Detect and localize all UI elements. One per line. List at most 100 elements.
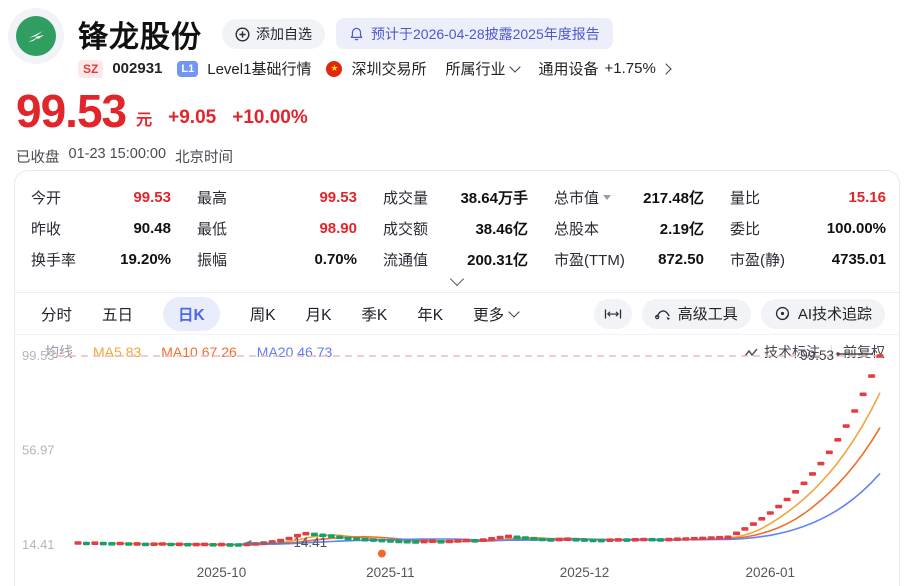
ai-tracking-button[interactable]: AI技术追踪 <box>761 299 885 329</box>
candle <box>632 538 639 542</box>
x-axis-label: 2026-01 <box>746 565 796 580</box>
candle <box>775 505 782 509</box>
kline-chart[interactable]: 99.5356.9714.4114.4199.532025-102025-112… <box>0 345 914 586</box>
stat-value: 98.90 <box>319 220 357 237</box>
price-unit: 元 <box>136 106 152 130</box>
candle <box>176 543 183 547</box>
stats-grid: 今开99.53最高99.53成交量38.64万手总市值217.48亿量比15.1… <box>15 171 899 270</box>
fullscreen-button[interactable] <box>594 299 632 329</box>
event-dot[interactable] <box>378 550 386 558</box>
candle <box>395 540 402 544</box>
current-price: 99.53 <box>16 88 126 134</box>
tab-label: 更多 <box>473 303 504 325</box>
ma10-line <box>154 428 880 545</box>
tab-更多[interactable]: 更多 <box>473 303 518 325</box>
candle <box>193 543 200 547</box>
period-tabbar: 分时 五日 日K 周K 月K 季K 年K 更多 高级工具 <box>15 292 899 335</box>
candle <box>83 542 90 546</box>
candle <box>151 542 158 546</box>
candle <box>741 527 748 531</box>
stat-label: 今开 <box>31 187 61 208</box>
add-watchlist-button[interactable]: 添加自选 <box>222 19 325 49</box>
cn-flag-icon: ★ <box>326 61 342 77</box>
stat-label: 换手率 <box>31 249 76 270</box>
x-axis-label: 2025-10 <box>197 565 247 580</box>
stat-item: 总股本2.19亿 <box>554 218 704 239</box>
candle <box>412 540 419 544</box>
candle <box>201 543 208 547</box>
stat-item: 量比15.16 <box>730 187 886 208</box>
stat-item: 昨收 90.48 <box>31 218 171 239</box>
stat-value: 872.50 <box>658 251 704 268</box>
stat-label: 最低 <box>197 218 227 239</box>
expand-stats-button[interactable] <box>15 270 899 290</box>
candle <box>758 517 765 521</box>
industry-dropdown[interactable]: 所属行业 <box>445 58 519 79</box>
tab-label: 年K <box>417 303 443 325</box>
candle <box>860 393 867 397</box>
level-badge: L1 <box>177 61 198 77</box>
stat-label: 流通值 <box>383 249 428 270</box>
chevron-down-icon <box>508 306 519 317</box>
candle <box>877 354 884 358</box>
stat-value: 38.64万手 <box>460 187 528 208</box>
candle <box>750 522 757 526</box>
stat-item: 今开99.53 <box>31 187 171 208</box>
candle <box>454 539 461 543</box>
candle <box>547 538 554 542</box>
tab-分时[interactable]: 分时 <box>41 303 72 325</box>
candle <box>539 538 546 542</box>
tab-label: 分时 <box>41 303 72 325</box>
stat-label: 市盈(静) <box>730 249 785 270</box>
ai-tracking-label: AI技术追踪 <box>798 303 872 324</box>
candle <box>708 536 715 540</box>
candle <box>100 542 107 546</box>
candle <box>91 541 98 545</box>
industry-change: +1.75% <box>605 60 656 77</box>
tab-五日[interactable]: 五日 <box>102 303 133 325</box>
stat-item: 成交额38.46亿 <box>383 218 528 239</box>
candle <box>277 539 284 543</box>
candle <box>497 536 504 540</box>
candle <box>733 532 740 536</box>
stat-item: 最低 98.90 <box>197 218 357 239</box>
candle <box>488 537 495 541</box>
candles-series <box>75 354 884 547</box>
exchange-badge: SZ <box>78 60 103 78</box>
candle <box>505 535 512 539</box>
stat-value: 99.53 <box>319 189 357 206</box>
y-axis-label: 99.53 <box>22 348 55 363</box>
candle <box>514 536 521 540</box>
industry-link[interactable]: 通用设备 +1.75% <box>538 58 669 79</box>
caret-down-icon[interactable] <box>603 195 611 200</box>
stat-item: 市盈(静)4735.01 <box>730 249 886 270</box>
tab-日K[interactable]: 日K <box>163 297 220 331</box>
tab-周K[interactable]: 周K <box>250 303 276 325</box>
candle <box>167 543 174 547</box>
candle <box>117 542 124 546</box>
earnings-notice[interactable]: 预计于2026-04-28披露2025年度报告 <box>336 18 613 49</box>
candle <box>767 511 774 515</box>
stock-detail-page: 锋龙股份 添加自选 预计于2026-04-28披露2025年度报告 SZ 002… <box>0 0 914 586</box>
candle <box>657 538 664 542</box>
tab-年K[interactable]: 年K <box>417 303 443 325</box>
candle <box>581 538 588 542</box>
stat-item: 市盈(TTM)872.50 <box>554 249 704 270</box>
candle <box>564 537 571 541</box>
stat-item: 总市值217.48亿 <box>554 187 704 208</box>
advanced-tools-button[interactable]: 高级工具 <box>642 299 751 329</box>
tab-月K[interactable]: 月K <box>306 303 332 325</box>
stat-label: 昨收 <box>31 218 61 239</box>
stock-meta-row: SZ 002931 L1 Level1基础行情 ★ 深圳交易所 所属行业 通用设… <box>78 58 670 79</box>
candle <box>615 538 622 542</box>
tab-季K[interactable]: 季K <box>361 303 387 325</box>
candle <box>429 539 436 543</box>
candle <box>210 543 217 547</box>
stat-item: 换手率19.20% <box>31 249 171 270</box>
candle <box>598 539 605 543</box>
candle <box>227 543 234 547</box>
candle <box>345 537 352 541</box>
stat-value: 15.16 <box>848 189 886 206</box>
stat-value: 90.48 <box>133 220 171 237</box>
chevron-down-icon <box>450 272 464 286</box>
